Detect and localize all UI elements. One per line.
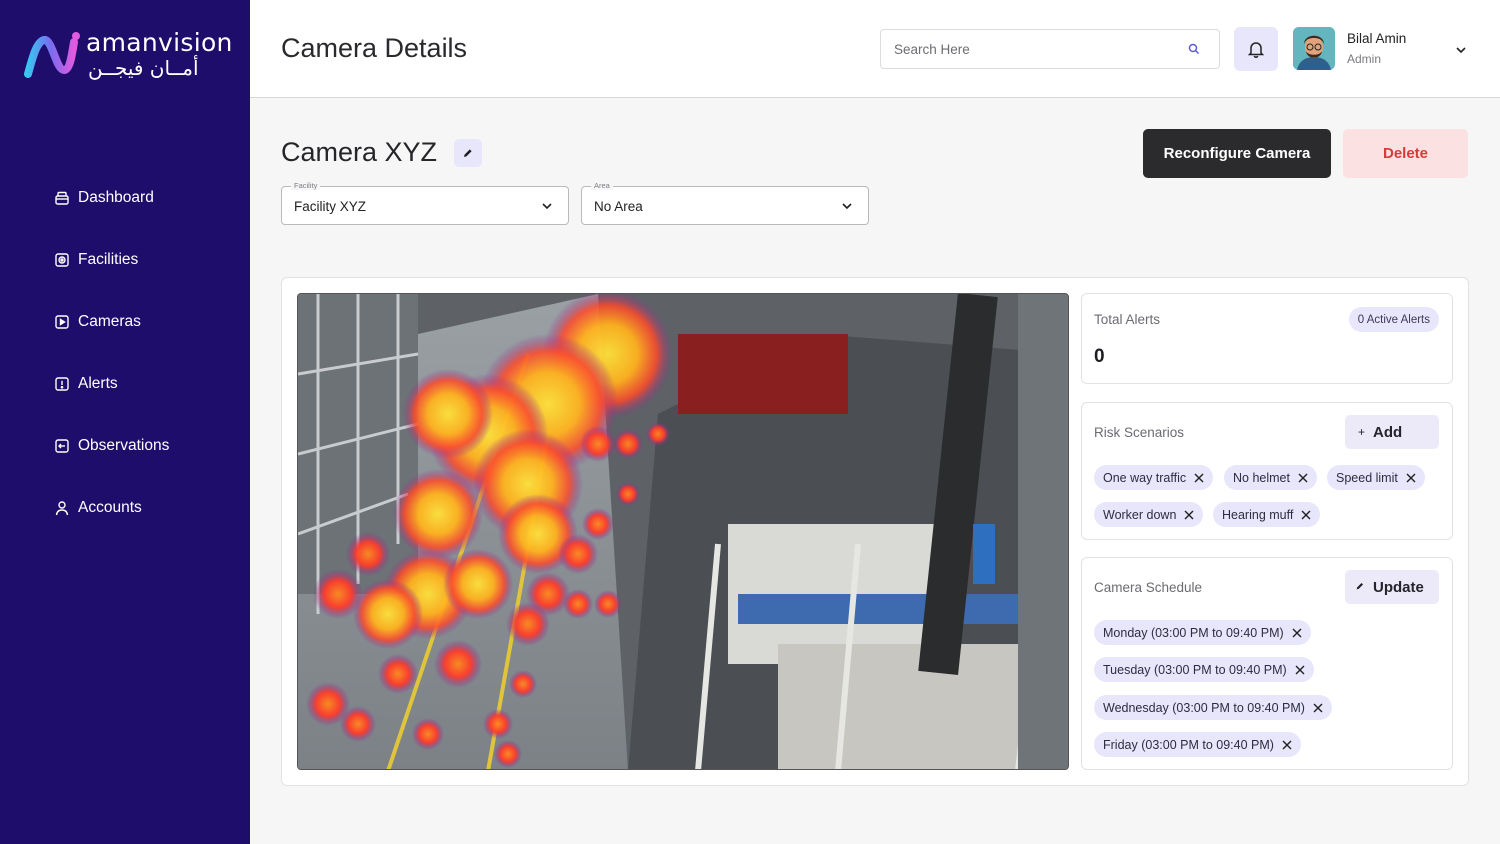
area-select-label: Area <box>591 181 613 190</box>
risk-scenarios-panel: Risk Scenarios + Add One way traffic No … <box>1081 402 1453 540</box>
plus-icon: + <box>1358 425 1366 439</box>
user-name: Bilal Amin <box>1347 31 1407 46</box>
dashboard-icon <box>54 190 70 206</box>
close-icon[interactable] <box>1193 472 1205 484</box>
delete-camera-button[interactable]: Delete <box>1343 129 1468 178</box>
close-icon[interactable] <box>1405 472 1417 484</box>
schedule-chip-label: Friday (03:00 PM to 09:40 PM) <box>1103 737 1274 752</box>
sidebar-item-label: Dashboard <box>78 189 154 206</box>
sidebar-item-label: Cameras <box>78 313 141 330</box>
close-icon[interactable] <box>1183 509 1195 521</box>
brand-name-ar: أمــان فيجــن <box>88 56 199 80</box>
facilities-icon <box>54 252 70 268</box>
risk-scenarios-label: Risk Scenarios <box>1094 425 1185 440</box>
observations-icon <box>54 438 70 454</box>
risk-chip-label: Speed limit <box>1336 470 1398 485</box>
risk-chip: Hearing muff <box>1213 502 1321 527</box>
active-alerts-badge: 0 Active Alerts <box>1348 307 1439 332</box>
user-role: Admin <box>1347 52 1382 66</box>
sidebar-item-label: Alerts <box>78 375 118 392</box>
brand-name-en: amanvision <box>86 28 233 57</box>
total-alerts-label: Total Alerts <box>1094 312 1161 327</box>
sidebar-item-dashboard[interactable]: Dashboard <box>0 167 250 229</box>
chevron-down-icon <box>542 203 552 210</box>
schedule-chip: Friday (03:00 PM to 09:40 PM) <box>1094 732 1301 757</box>
schedule-chip: Tuesday (03:00 PM to 09:40 PM) <box>1094 657 1314 682</box>
camera-schedule-panel: Camera Schedule Update Monday (03:00 PM … <box>1081 557 1453 770</box>
sidebar-item-facilities[interactable]: Facilities <box>0 229 250 291</box>
area-select-value: No Area <box>594 199 643 214</box>
schedule-chip-label: Monday (03:00 PM to 09:40 PM) <box>1103 625 1284 640</box>
close-icon[interactable] <box>1291 627 1303 639</box>
risk-chip: No helmet <box>1224 465 1317 490</box>
facility-select-label: Facility <box>291 181 321 190</box>
update-button-label: Update <box>1373 578 1424 596</box>
sidebar: amanvision أمــان فيجــن Dashboard Facil… <box>0 0 250 844</box>
add-button-label: Add <box>1373 423 1403 441</box>
risk-chip-label: One way traffic <box>1103 470 1187 485</box>
top-header: Camera Details Bilal Amin Admin <box>250 0 1500 98</box>
close-icon[interactable] <box>1297 472 1309 484</box>
sidebar-item-label: Accounts <box>78 499 142 516</box>
total-alerts-count: 0 <box>1094 346 1105 367</box>
schedule-chip-label: Wednesday (03:00 PM to 09:40 PM) <box>1103 700 1305 715</box>
accounts-icon <box>54 500 70 516</box>
close-icon[interactable] <box>1294 664 1306 676</box>
schedule-chip: Wednesday (03:00 PM to 09:40 PM) <box>1094 695 1332 720</box>
risk-chip-label: No helmet <box>1233 470 1290 485</box>
camera-feed-heatmap[interactable] <box>297 293 1069 770</box>
search-icon[interactable] <box>1187 42 1201 56</box>
risk-chip: Worker down <box>1094 502 1204 527</box>
sidebar-item-observations[interactable]: Observations <box>0 415 250 477</box>
alerts-icon <box>54 376 70 392</box>
camera-schedule-label: Camera Schedule <box>1094 580 1203 595</box>
chevron-down-icon[interactable] <box>1453 42 1469 58</box>
schedule-chip-label: Tuesday (03:00 PM to 09:40 PM) <box>1103 662 1287 677</box>
risk-chip: Speed limit <box>1327 465 1425 490</box>
brand-logo[interactable]: amanvision أمــان فيجــن <box>24 28 234 84</box>
close-icon[interactable] <box>1300 509 1312 521</box>
pencil-icon <box>1355 580 1365 594</box>
reconfigure-camera-button[interactable]: Reconfigure Camera <box>1143 129 1331 178</box>
sidebar-item-accounts[interactable]: Accounts <box>0 477 250 539</box>
schedule-chip: Monday (03:00 PM to 09:40 PM) <box>1094 620 1311 645</box>
notifications-button[interactable] <box>1234 27 1278 71</box>
chevron-down-icon <box>842 203 852 210</box>
sidebar-nav: Dashboard Facilities Cameras Alerts Obse… <box>0 167 250 539</box>
area-select[interactable]: Area No Area <box>581 181 869 225</box>
sidebar-item-alerts[interactable]: Alerts <box>0 353 250 415</box>
camera-name: Camera XYZ <box>281 137 438 167</box>
cameras-icon <box>54 314 70 330</box>
risk-chip-label: Hearing muff <box>1222 507 1294 522</box>
page-title: Camera Details <box>281 33 468 63</box>
avatar[interactable] <box>1293 27 1335 70</box>
close-icon[interactable] <box>1281 739 1293 751</box>
total-alerts-panel: Total Alerts 0 Active Alerts 0 <box>1081 293 1453 384</box>
logo-mark-icon <box>24 32 80 78</box>
risk-chip: One way traffic <box>1094 465 1214 490</box>
pencil-icon <box>464 149 472 157</box>
search-input[interactable] <box>881 30 1171 68</box>
facility-select-value: Facility XYZ <box>294 199 367 214</box>
add-risk-scenario-button[interactable]: + Add <box>1345 415 1439 449</box>
edit-camera-name-button[interactable] <box>454 139 482 167</box>
risk-chip-label: Worker down <box>1103 507 1177 522</box>
camera-feed-image <box>298 294 1068 769</box>
search-box <box>880 29 1220 69</box>
facility-select[interactable]: Facility Facility XYZ <box>281 181 569 225</box>
sidebar-item-cameras[interactable]: Cameras <box>0 291 250 353</box>
sidebar-item-label: Observations <box>78 437 170 454</box>
bell-icon <box>1248 42 1264 58</box>
update-schedule-button[interactable]: Update <box>1345 570 1439 604</box>
sidebar-item-label: Facilities <box>78 251 139 268</box>
close-icon[interactable] <box>1312 702 1324 714</box>
